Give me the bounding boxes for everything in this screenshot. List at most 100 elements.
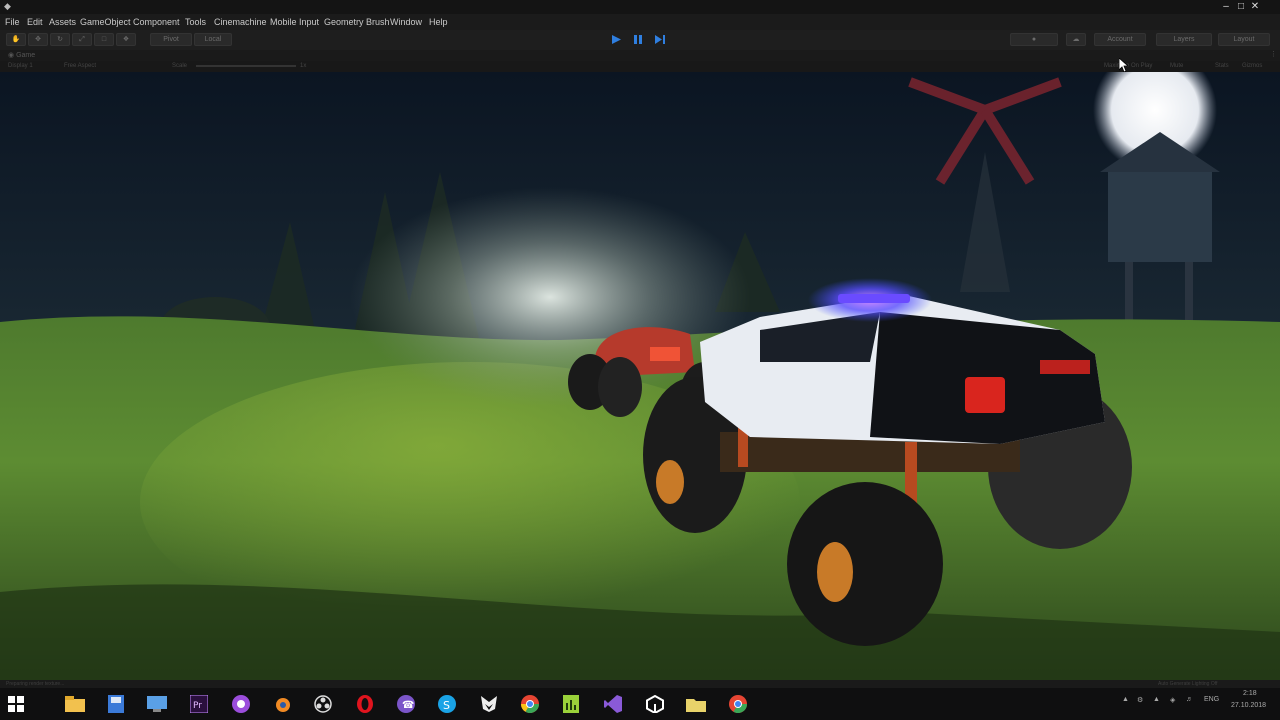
taskbar-folder[interactable]	[684, 692, 708, 716]
tray-network-icon[interactable]: ⚙	[1137, 696, 1143, 704]
menu-assets[interactable]: Assets	[49, 17, 76, 27]
lighting-status: Auto Generate Lighting Off	[1158, 681, 1218, 687]
hand-tool-button[interactable]: ✋	[6, 33, 26, 46]
taskbar-viber[interactable]: ☎	[394, 692, 418, 716]
taskbar-control-panel[interactable]	[145, 692, 169, 716]
menu-file[interactable]: File	[5, 17, 20, 27]
file-explorer-icon	[65, 696, 85, 712]
pivot-label: Pivot	[163, 36, 179, 43]
close-button[interactable]: ✕	[1247, 0, 1263, 14]
scale-value: 1x	[300, 63, 307, 69]
taskbar-unity[interactable]	[643, 692, 667, 716]
editor-status-bar: Preparing render texture... Auto Generat…	[0, 680, 1280, 688]
display-dropdown[interactable]: Display 1	[8, 63, 33, 69]
spreadsheet-icon	[563, 695, 579, 713]
local-toggle[interactable]: Local	[194, 33, 232, 46]
move-icon: ✥	[35, 36, 41, 43]
taskbar-fox-app[interactable]	[477, 692, 501, 716]
taskbar-chrome-alt[interactable]	[726, 692, 750, 716]
game-viewport[interactable]	[0, 72, 1280, 680]
taskbar-chrome[interactable]	[518, 692, 542, 716]
taskbar-blender[interactable]	[270, 692, 294, 716]
tab-menu-icon[interactable]: ⋮	[1270, 50, 1277, 58]
scale-slider[interactable]	[196, 65, 296, 67]
gizmos-dropdown[interactable]: Gizmos	[1242, 63, 1262, 69]
clock-time[interactable]: 2:18	[1243, 690, 1257, 697]
scale-label: Scale	[172, 63, 188, 69]
layers-label: Layers	[1173, 36, 1195, 43]
unity-app-icon: ◆	[4, 1, 11, 11]
local-label: Local	[204, 36, 222, 43]
opera-icon	[357, 695, 373, 713]
game-view-controls: Display 1 Free Aspect Scale 1x Maximize …	[0, 61, 1280, 72]
clock-date[interactable]: 27.10.2018	[1231, 702, 1266, 709]
svg-text:S: S	[443, 699, 450, 712]
menu-help[interactable]: Help	[429, 17, 448, 27]
rotate-tool-button[interactable]: ↻	[50, 33, 70, 46]
windows-start-button[interactable]	[4, 692, 28, 716]
folder-icon	[686, 699, 706, 712]
layout-label: Layout	[1233, 36, 1255, 43]
tray-security-icon[interactable]: ▲	[1153, 696, 1160, 703]
layout-dropdown[interactable]: Layout	[1218, 33, 1270, 46]
cloud-button[interactable]: ☁	[1066, 33, 1086, 46]
game-tab-bar: ◉ Game ⋮	[0, 50, 1280, 61]
menu-bar: File Edit Assets GameObject Component To…	[0, 14, 1280, 30]
pivot-toggle[interactable]: Pivot	[150, 33, 192, 46]
pause-button[interactable]	[631, 34, 645, 45]
title-bar: ◆ – □ ✕	[0, 0, 1280, 14]
play-button[interactable]	[609, 34, 623, 45]
collab-button[interactable]: ●	[1010, 33, 1058, 46]
menu-geometry-brush[interactable]: Geometry Brush	[324, 17, 390, 27]
game-tab[interactable]: ◉ Game	[8, 51, 35, 59]
save-disk-icon	[108, 695, 124, 713]
tray-expand-icon[interactable]: ▲	[1122, 696, 1129, 703]
tray-volume-icon[interactable]: ♬	[1186, 696, 1193, 703]
layers-dropdown[interactable]: Layers	[1156, 33, 1212, 46]
taskbar-opera[interactable]	[353, 692, 377, 716]
menu-cinemachine[interactable]: Cinemachine	[214, 17, 267, 27]
taskbar-recorder[interactable]	[229, 692, 253, 716]
step-button[interactable]	[653, 34, 667, 45]
menu-gameobject[interactable]: GameObject	[80, 17, 131, 27]
tray-wifi-icon[interactable]: ◈	[1170, 696, 1175, 704]
transform-tool-button[interactable]: ❖	[116, 33, 136, 46]
scale-tool-button[interactable]: ⤢	[72, 33, 92, 46]
aspect-dropdown[interactable]: Free Aspect	[64, 63, 96, 69]
rect-icon: □	[101, 36, 107, 43]
account-dropdown[interactable]: Account	[1094, 33, 1146, 46]
mute-toggle[interactable]: Mute	[1170, 63, 1183, 69]
svg-text:☎: ☎	[402, 700, 414, 711]
cloud-icon: ☁	[1072, 36, 1080, 43]
taskbar-obs[interactable]	[311, 692, 335, 716]
windows-start-icon	[8, 696, 24, 712]
visual-studio-icon	[604, 695, 622, 713]
menu-tools[interactable]: Tools	[185, 17, 206, 27]
stats-toggle[interactable]: Stats	[1215, 63, 1229, 69]
chrome-icon	[521, 695, 539, 713]
menu-edit[interactable]: Edit	[27, 17, 43, 27]
obs-icon	[314, 695, 332, 713]
step-icon	[655, 35, 665, 44]
viber-icon: ☎	[397, 695, 415, 713]
language-indicator[interactable]: ENG	[1204, 696, 1219, 703]
taskbar-premiere[interactable]: Pr	[187, 692, 211, 716]
minimize-button[interactable]: –	[1218, 0, 1234, 14]
taskbar-skype[interactable]: S	[435, 692, 459, 716]
move-tool-button[interactable]: ✥	[28, 33, 48, 46]
taskbar-spreadsheet[interactable]	[559, 692, 583, 716]
taskbar-visual-studio[interactable]	[601, 692, 625, 716]
menu-window[interactable]: Window	[390, 17, 422, 27]
menu-component[interactable]: Component	[133, 17, 180, 27]
play-icon	[612, 35, 621, 44]
game-tab-label: Game	[16, 52, 36, 59]
game-scene	[0, 72, 1280, 680]
scale-icon: ⤢	[79, 36, 85, 43]
transform-icon: ❖	[122, 36, 130, 43]
rect-tool-button[interactable]: □	[94, 33, 114, 46]
taskbar-save[interactable]	[104, 692, 128, 716]
taskbar-file-explorer[interactable]	[63, 692, 87, 716]
menu-mobile-input[interactable]: Mobile Input	[270, 17, 319, 27]
account-label: Account	[1107, 36, 1133, 43]
skype-icon: S	[438, 695, 456, 713]
